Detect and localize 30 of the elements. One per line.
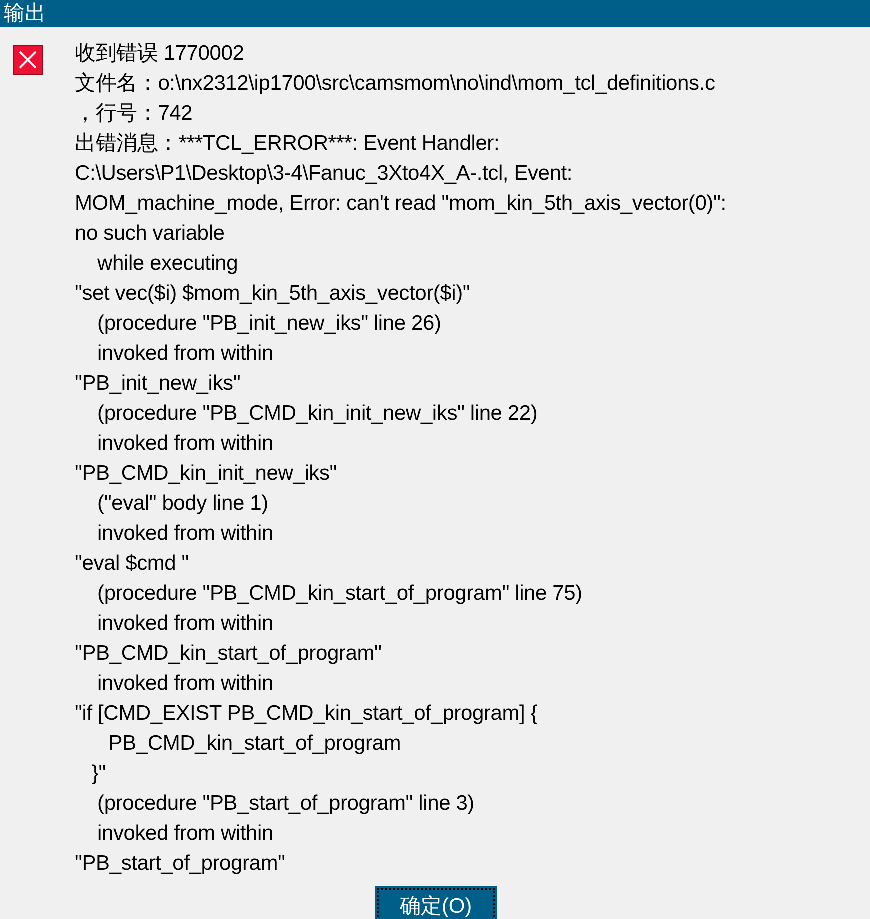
message-line: invoked from within [96, 611, 274, 637]
window-title: 输出 [4, 1, 46, 27]
message-line: no such variable [75, 221, 226, 247]
message-line: while executing [96, 251, 240, 277]
message-line: 文件名：o:\nx2312\ip1700\src\camsmom\no\ind\mom_tcl_definitions.c [75, 71, 716, 97]
message-line: "PB_CMD_kin_start_of_program" [75, 641, 383, 667]
ok-button[interactable]: 确定(O) [375, 886, 497, 919]
message-line: "PB_CMD_kin_init_new_iks" [75, 461, 338, 487]
message-line: "PB_init_new_iks" [75, 371, 242, 397]
message-line: MOM_machine_mode, Error: can't read "mom_kin_5th_axis_vector(0)": [75, 191, 726, 217]
message-line: }" [90, 761, 107, 787]
message-line: invoked from within [96, 521, 274, 547]
message-line: (procedure "PB_CMD_kin_init_new_iks" line 22) [96, 401, 539, 427]
message-line: ("eval" body line 1) [96, 491, 270, 517]
message-line: (procedure "PB_CMD_kin_start_of_program" line 75) [96, 581, 584, 607]
message-line: (procedure "PB_init_new_iks" line 26) [96, 311, 442, 337]
message-line: invoked from within [96, 341, 274, 367]
message-line: "PB_start_of_program" [75, 851, 286, 877]
message-line: ，行号：742 [75, 101, 194, 127]
message-line: C:\Users\P1\Desktop\3-4\Fanuc_3Xto4X_A-.tcl, Event: [75, 161, 574, 187]
message-line: (procedure "PB_start_of_program" line 3) [96, 791, 476, 817]
message-line: "if [CMD_EXIST PB_CMD_kin_start_of_program] { [75, 701, 539, 727]
message-line: "set vec($i) $mom_kin_5th_axis_vector($i)" [75, 281, 472, 307]
message-line: invoked from within [96, 821, 274, 847]
message-line: PB_CMD_kin_start_of_program [108, 731, 402, 757]
message-line: 收到错误 1770002 [75, 41, 246, 67]
message-line: invoked from within [96, 671, 274, 697]
message-line: invoked from within [96, 431, 274, 457]
message-line: 出错消息：***TCL_ERROR***: Event Handler: [75, 131, 501, 157]
message-line: "eval $cmd " [75, 551, 190, 577]
